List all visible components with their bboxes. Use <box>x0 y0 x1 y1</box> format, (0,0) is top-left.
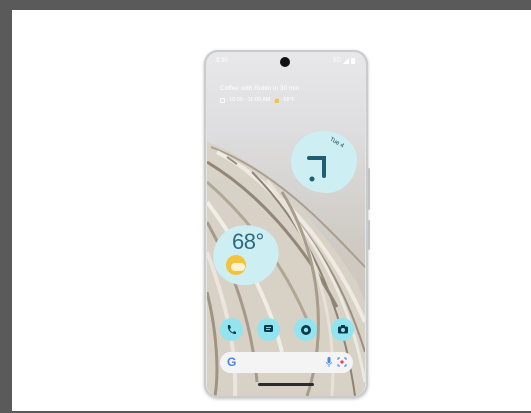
sun-cloud-icon <box>226 255 246 275</box>
camera-icon <box>337 325 348 334</box>
google-logo: G <box>227 355 237 369</box>
mic-icon[interactable] <box>326 357 332 367</box>
weather-sun-icon <box>274 98 280 103</box>
navigation-handle[interactable] <box>258 383 314 386</box>
messages-app-icon[interactable] <box>257 318 280 341</box>
product-image-frame: 9:30 5G Coffee with Robin in 30 min 10:0… <box>12 10 531 411</box>
phone-app-icon[interactable] <box>220 318 243 341</box>
app-dock <box>220 318 354 342</box>
signal-icon <box>343 58 349 64</box>
wallpaper <box>207 142 365 396</box>
glance-event: Coffee with Robin in 30 min <box>220 85 300 92</box>
status-time: 9:30 <box>216 58 228 64</box>
glance-weather: 68°F <box>283 97 296 103</box>
volume-button <box>368 220 370 250</box>
chrome-icon <box>300 324 311 335</box>
home-screen: 9:30 5G Coffee with Robin in 30 min 10:0… <box>207 52 365 396</box>
glance-details: 10:00 - 11:00 AM <box>229 97 271 103</box>
clock-hands <box>307 156 326 182</box>
front-camera <box>280 57 290 67</box>
phone-icon <box>227 325 236 334</box>
power-button <box>368 168 370 210</box>
google-lens-icon[interactable] <box>337 357 347 367</box>
camera-app-icon[interactable] <box>331 318 354 341</box>
network-label: 5G <box>332 58 341 64</box>
messages-icon <box>264 325 273 332</box>
status-icons: 5G <box>333 58 355 64</box>
at-a-glance-widget[interactable]: Coffee with Robin in 30 min 10:00 - 11:0… <box>220 85 299 103</box>
clock-widget[interactable]: Tue 4 <box>291 131 357 193</box>
phone-device: 9:30 5G Coffee with Robin in 30 min 10:0… <box>204 50 370 398</box>
weather-temperature: 68° <box>232 229 264 254</box>
battery-icon <box>351 58 355 64</box>
google-search-bar[interactable]: G <box>220 352 353 373</box>
chrome-app-icon[interactable] <box>294 318 317 341</box>
calendar-icon <box>220 97 225 103</box>
